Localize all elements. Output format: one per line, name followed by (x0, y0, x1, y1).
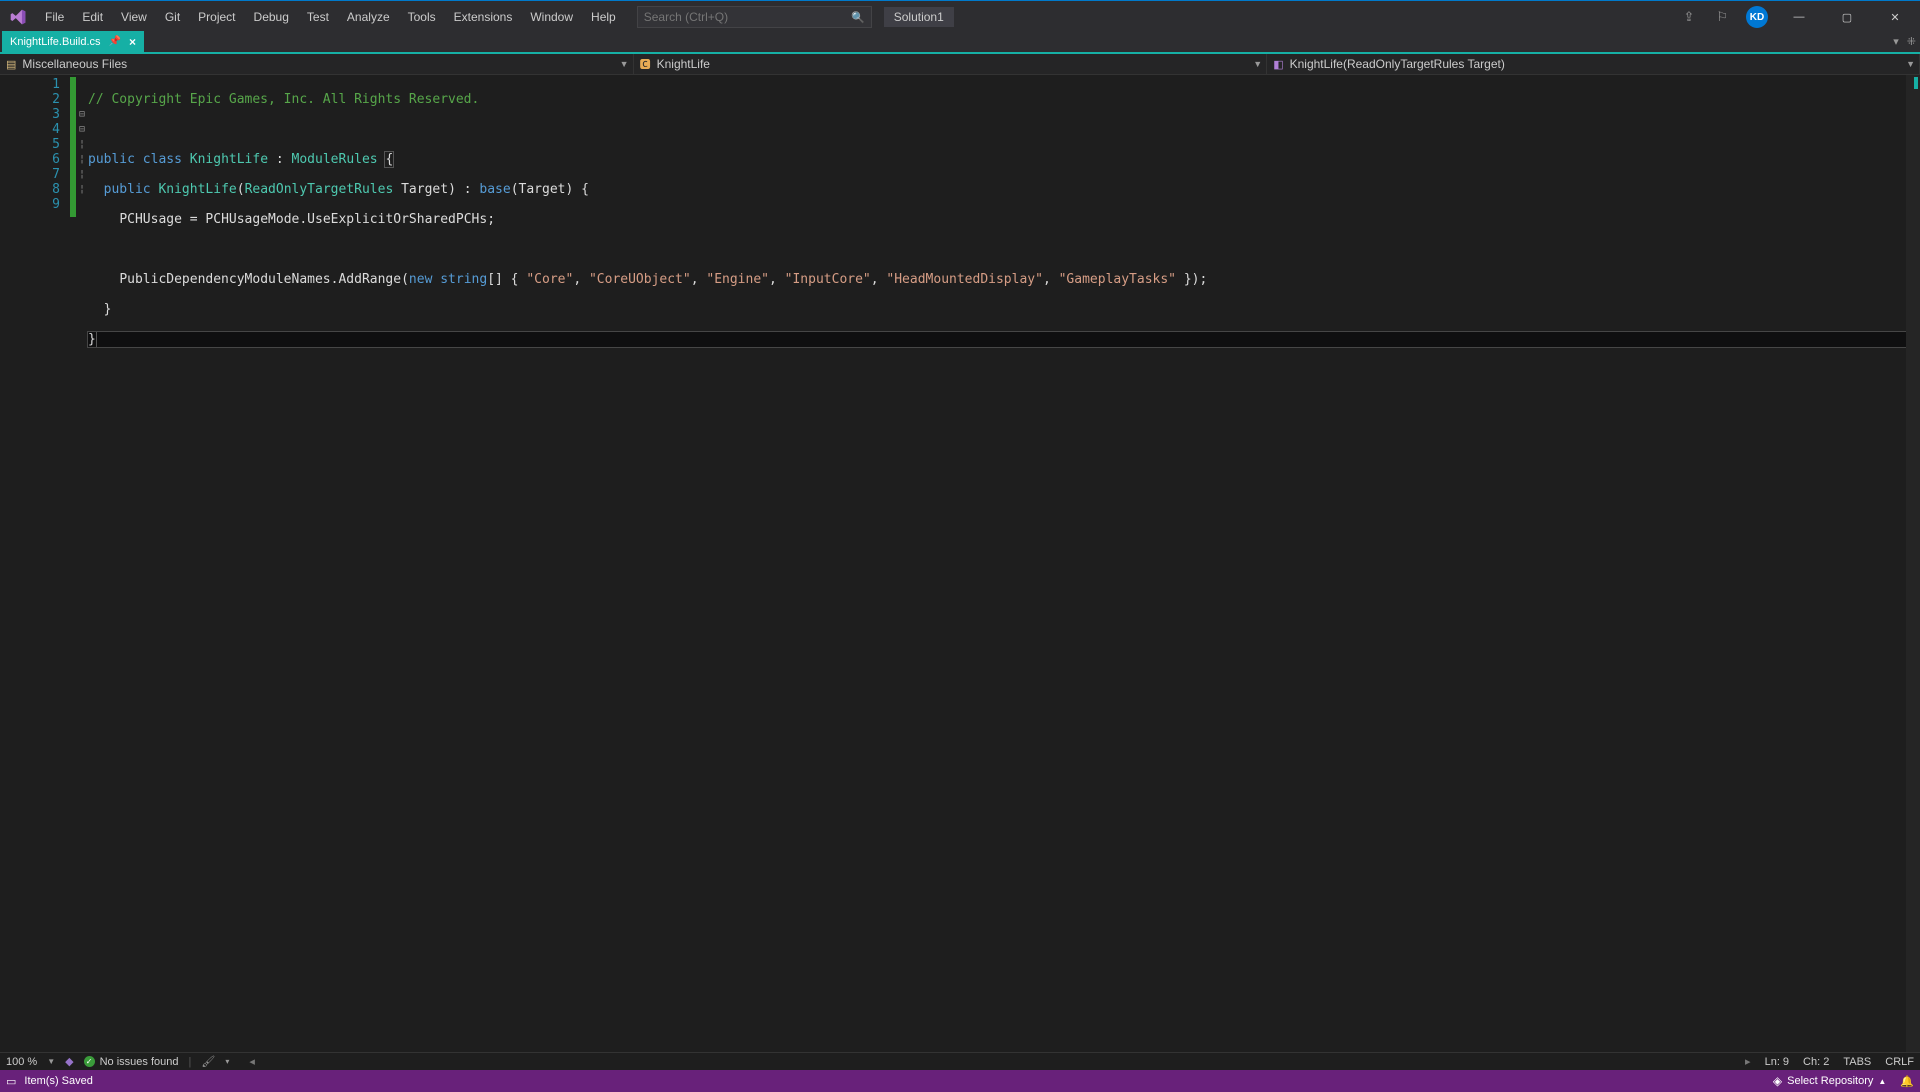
window-close-button[interactable]: ✕ (1878, 1, 1912, 33)
menu-extensions[interactable]: Extensions (445, 1, 522, 33)
check-icon: ✓ (84, 1056, 95, 1067)
menu-tools[interactable]: Tools (399, 1, 445, 33)
issues-label: No issues found (100, 1056, 179, 1068)
fold-gutter[interactable]: ⊟⊟¦¦¦¦ (76, 75, 88, 1052)
status-bar: ▭ Item(s) Saved ◈ Select Repository ▲ 🔔 (0, 1070, 1920, 1092)
editor-footer: 100 % ▼ ◆ ✓ No issues found | 🖌▾ ◂ ▸ Ln:… (0, 1052, 1920, 1070)
user-avatar[interactable]: KD (1746, 6, 1768, 28)
solution-selector[interactable]: Solution1 (884, 7, 954, 27)
issues-indicator[interactable]: ✓ No issues found (84, 1056, 179, 1068)
document-tab-bar: KnightLife.Build.cs 📌 × ▾ ⁜ (0, 33, 1920, 54)
class-icon: 🅲 (640, 56, 651, 72)
nav-prev-icon[interactable]: ◂ (249, 1055, 255, 1068)
tab-overflow-icon[interactable]: ▾ (1893, 35, 1899, 48)
search-icon: 🔍 (851, 11, 865, 24)
nav-member-dropdown[interactable]: ◧ KnightLife(ReadOnlyTargetRules Target)… (1267, 54, 1920, 74)
notifications-icon[interactable]: 🔔 (1900, 1075, 1914, 1088)
menu-items: File Edit View Git Project Debug Test An… (36, 1, 625, 33)
search-box[interactable]: 🔍 (637, 6, 872, 28)
output-icon[interactable]: ▭ (6, 1075, 16, 1088)
tab-expand-icon[interactable]: ⁜ (1907, 35, 1916, 48)
nav-scope-label: Miscellaneous Files (22, 57, 127, 71)
live-share-icon[interactable]: ⇪ (1679, 5, 1698, 29)
chevron-down-icon: ▼ (1906, 59, 1915, 69)
menu-bar: File Edit View Git Project Debug Test An… (0, 1, 1920, 33)
window-minimize-button[interactable]: — (1782, 1, 1816, 33)
navigation-bar: ▤ Miscellaneous Files ▼ 🅲 KnightLife ▼ ◧… (0, 54, 1920, 75)
vertical-scrollbar[interactable] (1906, 75, 1920, 1052)
menu-analyze[interactable]: Analyze (338, 1, 399, 33)
file-icon: ▤ (6, 58, 16, 71)
menu-help[interactable]: Help (582, 1, 625, 33)
menu-project[interactable]: Project (189, 1, 244, 33)
health-indicator-icon[interactable]: ◆ (65, 1055, 73, 1068)
menu-window[interactable]: Window (521, 1, 582, 33)
nav-class-label: KnightLife (657, 57, 710, 71)
code-area[interactable]: // Copyright Epic Games, Inc. All Rights… (88, 75, 1906, 1052)
caret-char[interactable]: Ch: 2 (1803, 1056, 1829, 1068)
zoom-level[interactable]: 100 % (6, 1056, 37, 1068)
nav-scope-dropdown[interactable]: ▤ Miscellaneous Files ▼ (0, 54, 634, 74)
scroll-marker (1914, 77, 1918, 89)
nav-member-label: KnightLife(ReadOnlyTargetRules Target) (1290, 57, 1505, 71)
menu-file[interactable]: File (36, 1, 73, 33)
pin-icon[interactable]: 📌 (109, 36, 121, 47)
line-number-gutter: 123 456 789 (0, 75, 70, 1052)
document-tab-title: KnightLife.Build.cs (10, 36, 101, 48)
indent-mode[interactable]: TABS (1843, 1056, 1871, 1068)
chevron-up-icon: ▲ (1878, 1077, 1886, 1086)
search-input[interactable] (644, 10, 851, 24)
menu-debug[interactable]: Debug (245, 1, 298, 33)
chevron-down-icon: ▼ (1253, 59, 1262, 69)
menu-git[interactable]: Git (156, 1, 189, 33)
brush-icon[interactable]: 🖌 (201, 1055, 215, 1068)
status-message: Item(s) Saved (24, 1075, 92, 1087)
menu-edit[interactable]: Edit (73, 1, 112, 33)
document-tab-active[interactable]: KnightLife.Build.cs 📌 × (2, 31, 144, 52)
menu-view[interactable]: View (112, 1, 156, 33)
titlebar-right: ⇪ ⚐ KD — ▢ ✕ (1679, 1, 1916, 33)
source-control-icon: ◈ (1773, 1074, 1782, 1088)
line-ending[interactable]: CRLF (1885, 1056, 1914, 1068)
caret-line[interactable]: Ln: 9 (1765, 1056, 1789, 1068)
select-repository-button[interactable]: ◈ Select Repository ▲ (1773, 1074, 1886, 1088)
code-editor[interactable]: 123 456 789 ⊟⊟¦¦¦¦ // Copyright Epic Gam… (0, 75, 1920, 1052)
menu-test[interactable]: Test (298, 1, 338, 33)
chevron-down-icon: ▼ (620, 59, 629, 69)
close-tab-icon[interactable]: × (129, 35, 136, 49)
method-icon: ◧ (1273, 58, 1283, 71)
feedback-icon[interactable]: ⚐ (1712, 5, 1732, 29)
nav-class-dropdown[interactable]: 🅲 KnightLife ▼ (634, 54, 1268, 74)
nav-next-icon[interactable]: ▸ (1745, 1055, 1751, 1068)
window-maximize-button[interactable]: ▢ (1830, 1, 1864, 33)
select-repository-label: Select Repository (1787, 1075, 1873, 1087)
vs-logo-icon (4, 3, 32, 31)
zoom-chevron-icon[interactable]: ▼ (47, 1057, 55, 1066)
